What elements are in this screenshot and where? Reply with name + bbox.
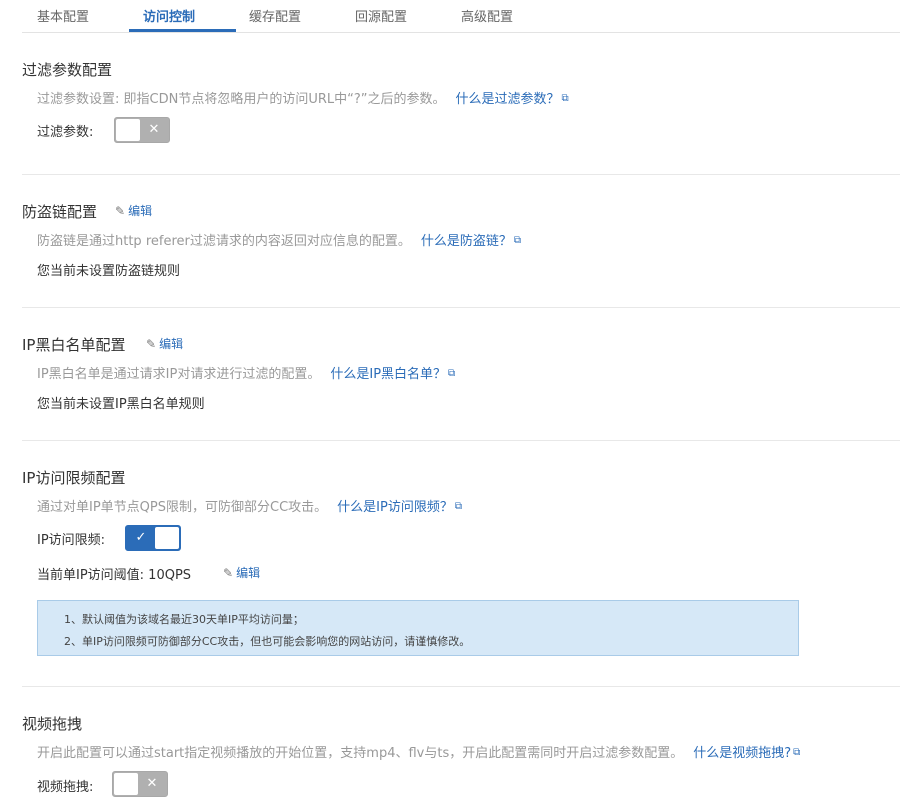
video-drag-label: 视频拖拽: (37, 780, 94, 795)
ip-blacklist-desc: IP黑白名单是通过请求IP对请求进行过滤的配置。 什么是IP黑白名单？ ⧉ (37, 363, 455, 382)
ip-blacklist-help-link[interactable]: 什么是IP黑白名单？ ⧉ (330, 367, 455, 382)
pencil-icon: ✎ (223, 566, 234, 580)
external-link-icon: ⧉ (793, 747, 801, 758)
ip-rate-limit-help-link[interactable]: 什么是IP访问限频？ ⧉ (337, 500, 462, 515)
video-drag-help-text: 什么是视频拖拽? (693, 746, 792, 761)
notice-line: 2、单IP访问限频可防御部分CC攻击，但也可能会影响您的网站访问，请谨慎修改。 (64, 635, 471, 648)
video-drag-title: 视频拖拽 (22, 715, 83, 733)
ip-rate-limit-edit-button[interactable]: ✎ 编辑 (223, 564, 260, 581)
close-icon: ✕ (146, 776, 158, 791)
pencil-icon: ✎ (146, 337, 157, 351)
hotlink-help-link[interactable]: 什么是防盗链？ ⧉ (421, 234, 521, 249)
ip-blacklist-edit-label: 编辑 (159, 337, 184, 351)
hotlink-edit-label: 编辑 (128, 204, 153, 218)
external-link-icon: ⧉ (561, 93, 569, 104)
ip-rate-limit-notice: 1、默认阈值为该域名最近30天单IP平均访问量； 2、单IP访问限频可防御部分C… (37, 600, 799, 656)
filter-params-help-text: 什么是过滤参数？ (455, 92, 560, 107)
filter-params-label: 过滤参数: (37, 125, 94, 140)
hotlink-help-text: 什么是防盗链？ (420, 234, 512, 249)
ip-blacklist-help-text: 什么是IP黑白名单？ (330, 367, 447, 382)
filter-params-toggle[interactable]: ✕ (114, 117, 170, 143)
notice-line: 1、默认阈值为该域名最近30天单IP平均访问量； (64, 613, 304, 626)
external-link-icon: ⧉ (454, 501, 462, 512)
tab-access-control[interactable]: 访问控制 (143, 6, 195, 25)
ip-rate-limit-label: IP访问限频: (37, 533, 106, 548)
toggle-knob (114, 773, 138, 795)
filter-params-help-link[interactable]: 什么是过滤参数？ ⧉ (456, 92, 569, 107)
ip-rate-limit-toggle[interactable]: ✓ (125, 525, 181, 551)
check-icon: ✓ (135, 530, 147, 545)
video-drag-toggle[interactable]: ✕ (112, 771, 168, 797)
section-divider (22, 307, 900, 308)
ip-blacklist-status: 您当前未设置IP黑白名单规则 (37, 397, 205, 412)
tab-origin-config[interactable]: 回源配置 (355, 6, 407, 25)
tab-cache-config[interactable]: 缓存配置 (249, 6, 301, 25)
video-drag-help-link[interactable]: 什么是视频拖拽? ⧉ (693, 746, 800, 761)
section-divider (22, 440, 900, 441)
toggle-knob (116, 119, 140, 141)
ip-rate-limit-title: IP访问限频配置 (22, 469, 126, 487)
external-link-icon: ⧉ (448, 368, 456, 379)
tab-basic-config[interactable]: 基本配置 (37, 6, 89, 25)
tab-advanced-config[interactable]: 高级配置 (461, 6, 513, 25)
video-drag-section: 视频拖拽 开启此配置可以通过start指定视频播放的开始位置，支持mp4、flv… (22, 712, 900, 800)
filter-params-desc-text: 过滤参数设置: 即指CDN节点将忽略用户的访问URL中“?”之后的参数。 (37, 92, 446, 107)
external-link-icon: ⧉ (513, 235, 522, 246)
hotlink-desc: 防盗链是通过http referer过滤请求的内容返回对应信息的配置。 什么是防盗… (37, 230, 521, 249)
hotlink-title: 防盗链配置 (22, 203, 98, 221)
ip-blacklist-desc-text: IP黑白名单是通过请求IP对请求进行过滤的配置。 (37, 367, 321, 382)
tab-bar: 基本配置 访问控制 缓存配置 回源配置 高级配置 (22, 0, 900, 33)
section-divider (22, 174, 900, 175)
hotlink-edit-button[interactable]: ✎ 编辑 (115, 202, 152, 219)
hotlink-status: 您当前未设置防盗链规则 (37, 264, 181, 279)
active-tab-indicator (129, 29, 236, 32)
ip-blacklist-title: IP黑白名单配置 (22, 336, 126, 354)
ip-rate-limit-section: IP访问限频配置 通过对单IP单节点QPS限制，可防御部分CC攻击。 什么是IP访… (22, 466, 900, 586)
ip-blacklist-edit-button[interactable]: ✎ 编辑 (146, 335, 183, 352)
filter-params-desc: 过滤参数设置: 即指CDN节点将忽略用户的访问URL中“?”之后的参数。 什么是过… (37, 88, 569, 107)
ip-rate-limit-desc-text: 通过对单IP单节点QPS限制，可防御部分CC攻击。 (37, 500, 328, 515)
ip-rate-limit-desc: 通过对单IP单节点QPS限制，可防御部分CC攻击。 什么是IP访问限频？ ⧉ (37, 496, 462, 515)
ip-rate-limit-threshold: 当前单IP访问阈值: 10QPS (37, 568, 192, 583)
video-drag-desc-text: 开启此配置可以通过start指定视频播放的开始位置，支持mp4、flv与ts，开… (37, 746, 684, 761)
hotlink-desc-text: 防盗链是通过http referer过滤请求的内容返回对应信息的配置。 (37, 234, 411, 249)
filter-params-title: 过滤参数配置 (22, 61, 113, 79)
video-drag-desc: 开启此配置可以通过start指定视频播放的开始位置，支持mp4、flv与ts，开… (37, 742, 800, 761)
hotlink-section: 防盗链配置 ✎ 编辑 防盗链是通过http referer过滤请求的内容返回对应信… (22, 200, 900, 290)
ip-rate-limit-edit-label: 编辑 (236, 566, 261, 580)
ip-blacklist-section: IP黑白名单配置 ✎ 编辑 IP黑白名单是通过请求IP对请求进行过滤的配置。 什么是… (22, 333, 900, 423)
section-divider (22, 686, 900, 687)
pencil-icon: ✎ (115, 204, 126, 218)
filter-params-section: 过滤参数配置 过滤参数设置: 即指CDN节点将忽略用户的访问URL中“?”之后的… (22, 58, 900, 158)
close-icon: ✕ (148, 122, 160, 137)
toggle-knob (155, 527, 179, 549)
ip-rate-limit-help-text: 什么是IP访问限频？ (337, 500, 453, 515)
